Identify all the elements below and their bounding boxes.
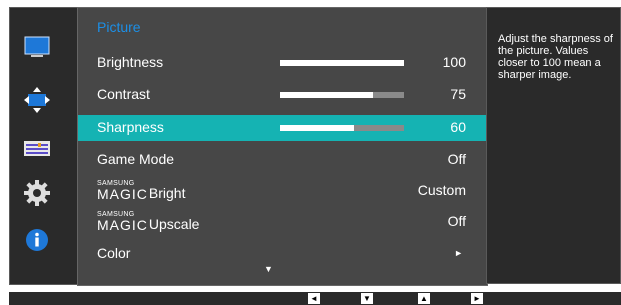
menu-row-contrast[interactable]: Contrast 75 <box>78 82 487 108</box>
menu-row-sharpness[interactable]: Sharpness 60 <box>78 115 487 141</box>
help-pane: Adjust the sharpness of the picture. Val… <box>486 7 621 284</box>
magic-bright-name: Bright <box>148 185 186 201</box>
sharpness-value: 60 <box>450 119 466 135</box>
game-mode-label: Game Mode <box>97 151 175 167</box>
submenu-arrow-icon: ► <box>454 248 463 258</box>
magic-bright-value: Custom <box>417 182 466 198</box>
magic-upscale-label: SAMSUNG MAGIC Upscale <box>97 211 199 232</box>
magic-upscale-name: Upscale <box>148 216 200 232</box>
brightness-value: 100 <box>442 54 466 70</box>
bottom-nav-bar: ◄ ▼ ▲ ► <box>9 292 621 305</box>
contrast-slider[interactable] <box>280 92 404 98</box>
menu-row-color[interactable]: Color ► <box>78 241 487 267</box>
help-text: Adjust the sharpness of the picture. Val… <box>498 33 613 81</box>
contrast-label: Contrast <box>97 86 150 102</box>
left-arrow-icon: ◄ <box>310 294 318 303</box>
magic-brand-text: MAGIC <box>97 186 148 202</box>
scroll-down-indicator-icon: ▼ <box>264 264 273 274</box>
system-icon[interactable] <box>23 134 51 162</box>
color-label: Color <box>97 245 131 261</box>
sharpness-slider[interactable] <box>280 125 404 131</box>
nav-up-button[interactable]: ▲ <box>418 293 430 304</box>
position-icon[interactable] <box>23 86 51 114</box>
picture-menu-panel: Picture Brightness 100 Contrast 75 Sharp… <box>77 7 488 286</box>
up-arrow-icon: ▲ <box>420 294 428 303</box>
down-arrow-icon: ▼ <box>363 294 371 303</box>
brightness-slider[interactable] <box>280 60 404 66</box>
menu-title: Picture <box>97 19 141 35</box>
right-arrow-icon: ► <box>473 294 481 303</box>
contrast-value: 75 <box>450 86 466 102</box>
information-icon[interactable] <box>23 226 51 254</box>
magic-upscale-value: Off <box>447 213 466 229</box>
menu-row-magic-upscale[interactable]: SAMSUNG MAGIC Upscale Off <box>78 209 487 235</box>
sidebar <box>9 7 78 285</box>
settings-gear-icon[interactable] <box>23 179 51 207</box>
nav-down-button[interactable]: ▼ <box>361 293 373 304</box>
brightness-label: Brightness <box>97 54 164 70</box>
picture-icon[interactable] <box>23 34 51 62</box>
menu-row-brightness[interactable]: Brightness 100 <box>78 50 487 76</box>
sharpness-label: Sharpness <box>97 119 164 135</box>
nav-right-button[interactable]: ► <box>471 293 483 304</box>
game-mode-value: Off <box>447 151 466 167</box>
nav-left-button[interactable]: ◄ <box>308 293 320 304</box>
menu-row-game-mode[interactable]: Game Mode Off <box>78 147 487 173</box>
menu-row-magic-bright[interactable]: SAMSUNG MAGIC Bright Custom <box>78 178 487 204</box>
magic-bright-label: SAMSUNG MAGIC Bright <box>97 180 185 201</box>
magic-brand-text: MAGIC <box>97 217 148 233</box>
